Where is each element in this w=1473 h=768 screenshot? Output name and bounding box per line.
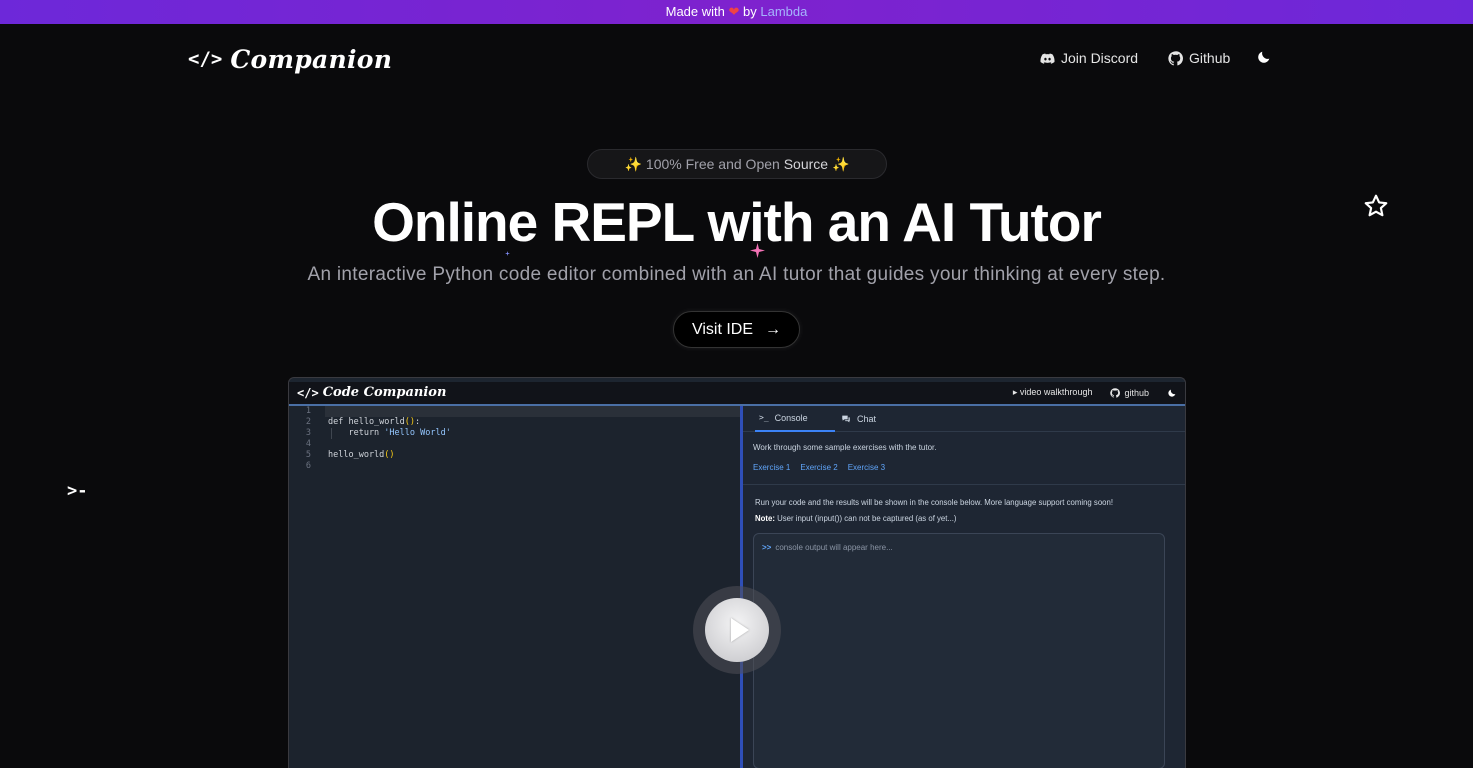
code-text: return 'Hello World' — [328, 428, 451, 438]
heart-icon: ❤ — [728, 4, 740, 19]
visit-ide-button[interactable]: Visit IDE → — [673, 311, 800, 348]
line-number: 6 — [305, 461, 311, 471]
terminal-icon: >_ — [759, 413, 769, 422]
play-icon — [731, 618, 749, 642]
line-number: 1 — [305, 406, 311, 416]
preview-header: </> Code Companion ▸ video walkthrough g… — [289, 382, 1185, 406]
discord-icon — [1040, 53, 1055, 64]
code-line: 1 — [289, 406, 740, 417]
exercise-2-link: Exercise 2 — [800, 463, 838, 472]
line-number: 3 — [305, 428, 311, 438]
exercise-intro: Work through some sample exercises with … — [753, 443, 937, 452]
moon-icon[interactable] — [1256, 49, 1272, 65]
github-label: Github — [1189, 50, 1231, 66]
preview-moon-icon — [1168, 389, 1176, 397]
join-discord-label: Join Discord — [1061, 50, 1139, 66]
console-output-box: >> console output will appear here... — [753, 533, 1165, 768]
section-divider — [743, 484, 1185, 485]
brand-logo[interactable]: </> Companion — [188, 42, 392, 76]
preview-brand: </> Code Companion — [297, 385, 446, 400]
github-link[interactable]: Github — [1168, 50, 1230, 66]
visit-ide-label: Visit IDE — [691, 320, 754, 338]
preview-github-icon — [1110, 387, 1121, 398]
nav-links: Join Discord Github — [1040, 48, 1230, 68]
preview-brand-name: Code Companion — [322, 385, 447, 400]
tab-console: >_ Console — [755, 406, 835, 432]
console-placeholder: console output will appear here... — [775, 543, 893, 552]
exercise-3-link: Exercise 3 — [847, 463, 886, 472]
code-line: 4 — [289, 439, 740, 450]
input-note: Note: User input (input()) can not be ca… — [755, 514, 957, 523]
arrow-right-icon: → — [765, 320, 782, 338]
banner-prefix: Made with — [665, 4, 725, 19]
exercise-1-link: Exercise 1 — [753, 463, 791, 472]
lambda-link[interactable]: Lambda — [760, 4, 807, 19]
note-label: Note: — [755, 514, 775, 523]
announcement-banner: Made with ❤ by Lambda — [0, 0, 1473, 24]
preview-code-editor: 1 2 def hello_world(): 3 return 'Hello W… — [289, 406, 740, 768]
badge-suffix: ✨ — [831, 156, 850, 172]
line-number: 5 — [305, 450, 311, 460]
code-text: hello_world() — [328, 450, 395, 460]
open-source-badge: ✨ 100% Free and Open Source ✨ — [587, 149, 887, 179]
blue-sparkle-icon — [505, 251, 510, 256]
code-text: def hello_world(): — [328, 417, 421, 427]
hero-title: Online REPL with an AI Tutor — [372, 191, 1102, 253]
preview-code-icon: </> — [297, 385, 319, 400]
code-line: 2 def hello_world(): — [289, 417, 740, 428]
badge-source: Source — [783, 156, 829, 172]
banner-by: by — [743, 4, 757, 19]
line-number: 4 — [305, 439, 311, 449]
run-instructions: Run your code and the results will be sh… — [755, 498, 1114, 507]
line-number: 2 — [305, 417, 311, 427]
play-button-disc — [705, 598, 769, 662]
console-output: >> console output will appear here... — [762, 543, 893, 552]
code-brackets-icon: </> — [188, 48, 223, 70]
preview-side-panel: >_ Console Chat Work through some sample… — [743, 406, 1185, 768]
chat-icon — [842, 415, 850, 423]
github-icon — [1168, 50, 1184, 65]
terminal-prompt-icon: >- — [67, 481, 88, 501]
brand-name: Companion — [230, 44, 393, 74]
preview-tabs: >_ Console Chat — [743, 406, 1185, 432]
tab-console-label: Console — [774, 413, 808, 423]
note-text: User input (input()) can not be captured… — [777, 514, 957, 523]
hero-subtitle: An interactive Python code editor combin… — [307, 264, 1166, 285]
tab-chat-label: Chat — [857, 414, 877, 424]
play-video-button[interactable] — [693, 586, 781, 674]
join-discord-link[interactable]: Join Discord — [1040, 50, 1138, 66]
preview-github-label: github — [1124, 387, 1149, 398]
preview-walkthrough-link: ▸ video walkthrough — [1012, 387, 1093, 397]
star-icon — [1364, 194, 1388, 217]
badge-prefix: ✨ 100% Free and Open — [624, 156, 780, 172]
preview-links: ▸ video walkthrough github — [1013, 387, 1177, 398]
exercise-links: Exercise 1 Exercise 2 Exercise 3 — [753, 463, 885, 472]
pink-sparkle-icon — [750, 243, 765, 258]
console-prompt: >> — [762, 543, 772, 552]
code-line: 6 — [289, 461, 740, 472]
app-preview-video[interactable]: </> Code Companion ▸ video walkthrough g… — [288, 377, 1186, 768]
preview-github-link: github — [1110, 388, 1149, 398]
tab-chat: Chat — [841, 406, 876, 432]
code-line: 3 return 'Hello World' — [289, 428, 740, 439]
code-line: 5 hello_world() — [289, 450, 740, 461]
